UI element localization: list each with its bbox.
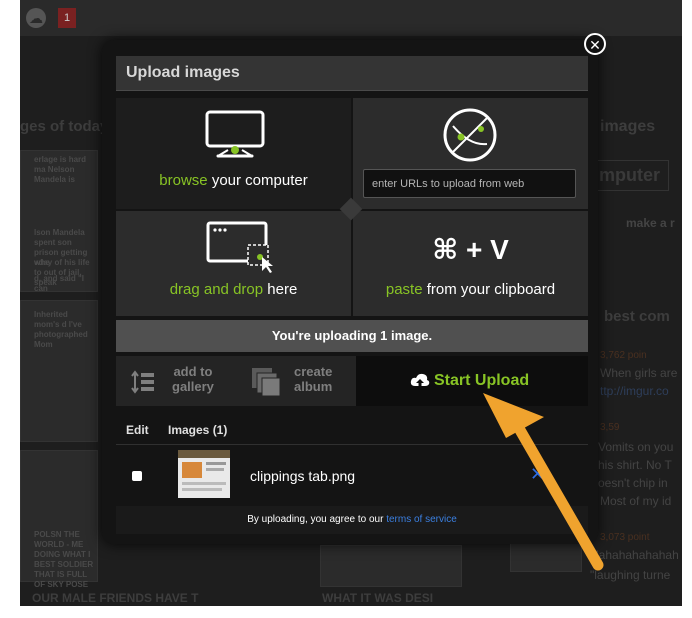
annotation-arrow — [483, 393, 604, 571]
